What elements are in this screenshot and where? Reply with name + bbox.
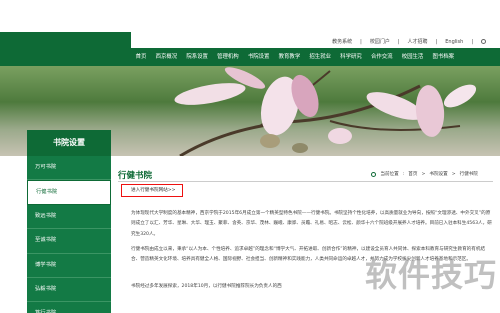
sidebar-item[interactable]: 博学书院 — [27, 253, 111, 278]
page-title: 行健书院 — [118, 171, 153, 181]
nav-item[interactable]: 管理机构 — [213, 48, 244, 66]
nav-item[interactable]: 科学研究 — [336, 48, 367, 66]
nav-item[interactable]: 招生就业 — [305, 48, 336, 66]
divider: | — [397, 38, 400, 45]
sidebar-item[interactable]: 至诚书院 — [27, 229, 111, 254]
top-link[interactable]: English — [445, 39, 463, 45]
nav-item[interactable]: 院系设置 — [182, 48, 213, 66]
breadcrumb-item[interactable]: 首页 — [408, 171, 417, 177]
breadcrumb-sep: > — [451, 171, 456, 177]
breadcrumb-label: 当前位置 — [380, 172, 399, 177]
sidebar-menu: 万可书院 行健书院 致远书院 至诚书院 博学书院 弘毅书院 笃行书院 — [27, 156, 111, 313]
location-pin-icon — [371, 171, 377, 177]
sidebar-item[interactable]: 致远书院 — [27, 204, 111, 230]
sidebar-item[interactable]: 笃行书院 — [27, 302, 111, 313]
search-icon[interactable] — [481, 39, 486, 44]
breadcrumb-item[interactable]: 行健书院 — [460, 171, 478, 177]
enter-college-site-link[interactable]: 进入行健书院网站>> — [131, 187, 175, 193]
nav-item[interactable]: 合作交流 — [366, 48, 397, 66]
intro-paragraph: 为体现现代大学制度的基本精神，西京学院于2015年6月成立第一个精英型特色书院—… — [131, 211, 492, 237]
top-link[interactable]: 人才招聘 — [408, 38, 428, 45]
nav-item[interactable]: 教育教学 — [274, 48, 305, 66]
main-nav: 首页 西京概况 院系设置 管理机构 书院设置 教育教学 招生就业 科学研究 合作… — [0, 48, 500, 66]
nav-item[interactable]: 首页 — [131, 48, 151, 66]
breadcrumb: 当前位置 : 首页 > 书院设置 > 行健书院 — [371, 171, 478, 177]
nav-item[interactable]: 图书档案 — [428, 48, 459, 66]
nav-item[interactable]: 校园生活 — [397, 48, 428, 66]
watermark-text: 软件技巧 — [365, 256, 498, 294]
top-link[interactable]: 校园门户 — [370, 38, 390, 45]
breadcrumb-sep: : — [402, 171, 405, 177]
divider: | — [360, 38, 362, 45]
sidebar-item[interactable]: 弘毅书院 — [27, 277, 111, 303]
sidebar-title: 书院设置 — [27, 130, 111, 156]
top-links: 教务系统 | 校园门户 | 人才招聘 | English | — [332, 38, 486, 45]
sidebar-item-active[interactable]: 行健书院 — [27, 180, 111, 205]
title-divider — [118, 181, 493, 182]
top-link[interactable]: 教务系统 — [332, 38, 352, 45]
breadcrumb-item[interactable]: 书院设置 — [429, 171, 447, 177]
nav-item[interactable]: 西京概况 — [151, 48, 182, 66]
breadcrumb-sep: > — [421, 171, 426, 177]
divider: | — [471, 38, 473, 45]
divider: | — [435, 38, 438, 45]
sidebar-item[interactable]: 万可书院 — [27, 156, 111, 181]
nav-item[interactable]: 书院设置 — [243, 48, 274, 66]
